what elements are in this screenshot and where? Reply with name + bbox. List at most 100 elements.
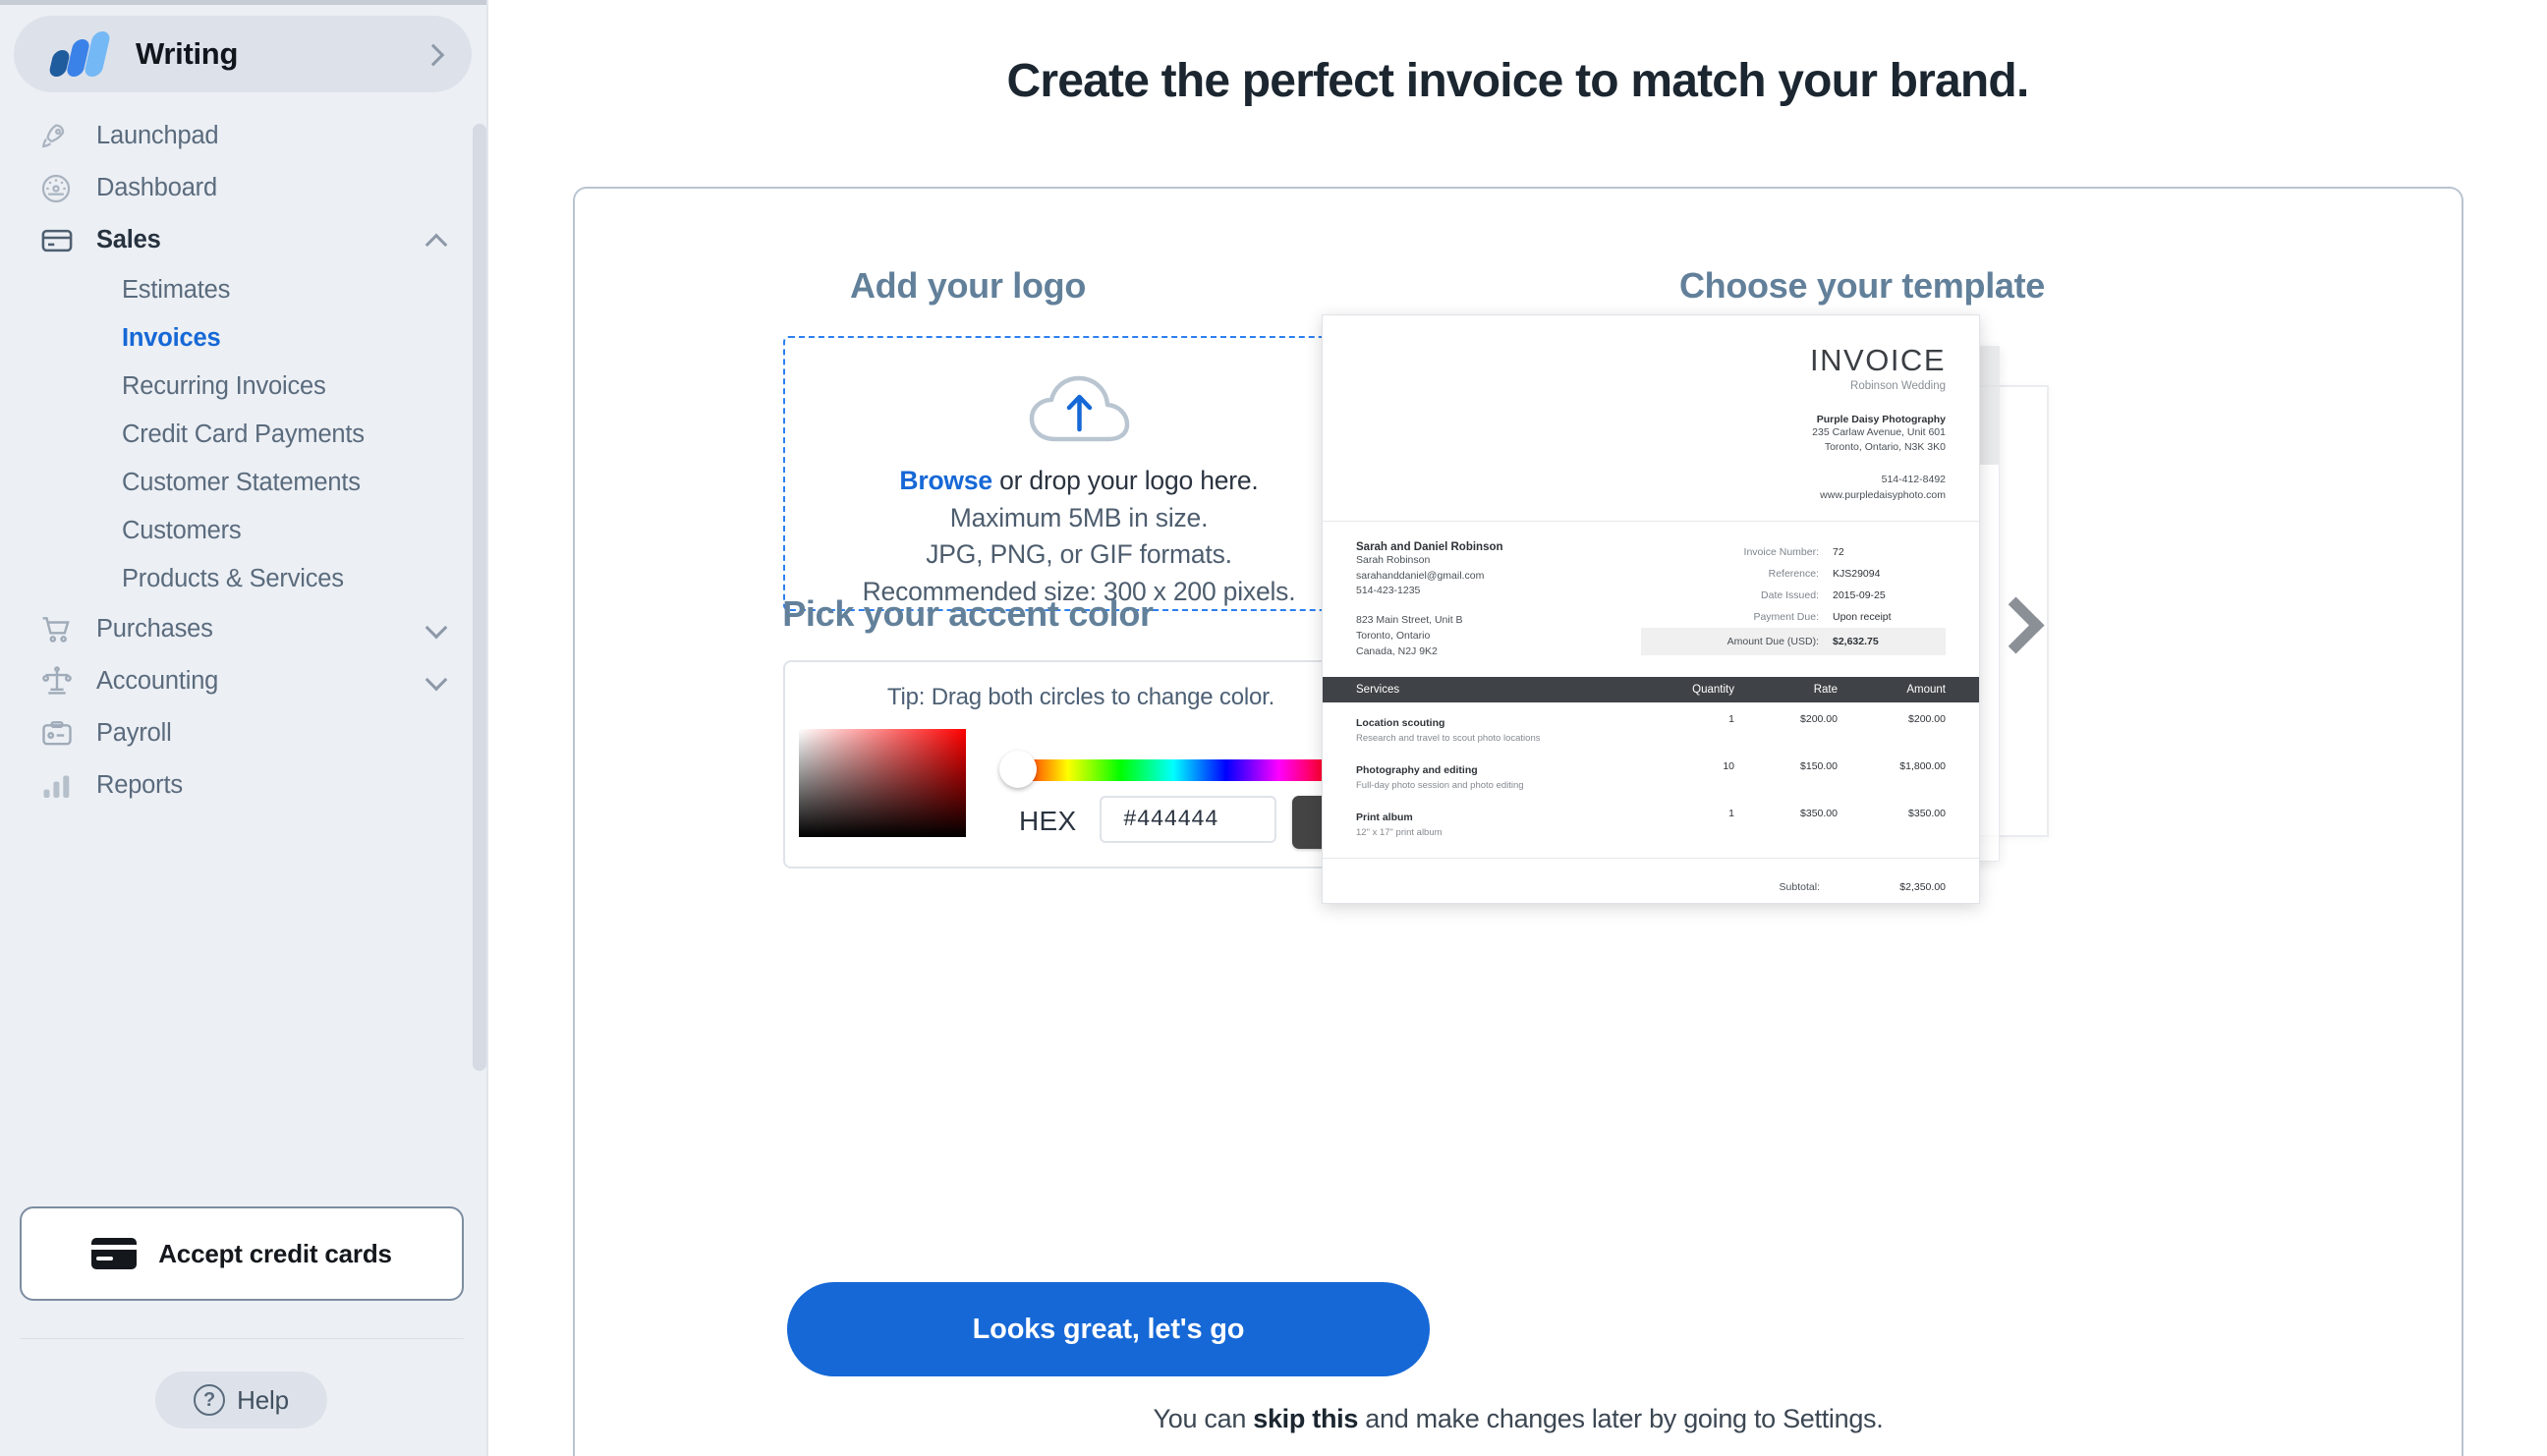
choose-template-heading: Choose your template: [1678, 265, 2046, 306]
field-value: KJS29094: [1833, 567, 1881, 580]
sidebar-item-estimates[interactable]: Estimates: [0, 266, 481, 314]
confirm-button[interactable]: Looks great, let's go: [787, 1282, 1430, 1376]
scales-balance-icon: [39, 664, 81, 700]
sidebar: Writing Launchpad Dashboard Sales Estima…: [0, 0, 488, 1456]
sidebar-item-payroll[interactable]: Payroll: [0, 707, 481, 759]
sidebar-item-reports[interactable]: Reports: [0, 759, 481, 812]
sidebar-item-label: Purchases: [96, 615, 213, 643]
accent-color-heading: Pick your accent color: [782, 593, 1154, 634]
business-name: Writing: [136, 36, 239, 71]
sidebar-item-sales[interactable]: Sales: [0, 214, 481, 266]
item-rate: $200.00: [1800, 713, 1838, 726]
field-key: Payment Due:: [1753, 610, 1819, 623]
saturation-handle[interactable]: [785, 868, 815, 898]
totals-row: Subtotal: $2,350.00: [1356, 876, 1946, 898]
sidebar-scrollbar[interactable]: [473, 124, 486, 1071]
chevron-right-icon[interactable]: [1992, 599, 2037, 644]
item-title: Location scouting: [1356, 717, 1445, 730]
color-picker-panel: Tip: Drag both circles to change color. …: [783, 660, 1375, 898]
accept-credit-cards-label: Accept credit cards: [158, 1238, 392, 1268]
invoice-subtitle: Robinson Wedding: [1850, 380, 1946, 392]
credit-card-icon: [39, 223, 81, 258]
app-root: Writing Launchpad Dashboard Sales Estima…: [0, 0, 2547, 1456]
shopping-cart-icon: [39, 612, 81, 647]
totals-value: $282.75: [1838, 903, 1946, 904]
item-amount: $350.00: [1908, 808, 1946, 820]
help-button[interactable]: ? Help: [155, 1372, 327, 1428]
business-address-line2: Toronto, Ontario, N3K 3K0: [1824, 441, 1946, 454]
dropzone-formats: JPG, PNG, or GIF formats.: [926, 539, 1232, 570]
sidebar-subitem-label: Customer Statements: [122, 469, 361, 496]
setup-card: Add your logo Browse or drop your logo h…: [573, 187, 2463, 1456]
sidebar-item-label: Reports: [96, 771, 183, 799]
table-row: Print album 12" x 17" print album 1 $350.…: [1323, 797, 1979, 844]
skip-this-link[interactable]: skip this: [1253, 1404, 1358, 1433]
item-amount: $200.00: [1908, 713, 1946, 726]
chevron-down-icon[interactable]: [426, 671, 448, 693]
invoice-field-row: Invoice Number: 72: [1641, 541, 1946, 563]
sidebar-item-label: Accounting: [96, 667, 219, 695]
wave-logo: [47, 31, 112, 77]
template-card-selected[interactable]: INVOICE Robinson Wedding Purple Daisy Ph…: [1322, 314, 1980, 904]
field-key: Reference:: [1768, 567, 1819, 580]
hue-slider[interactable]: [1015, 759, 1331, 781]
question-circle-icon: ?: [194, 1384, 226, 1416]
item-quantity: 10: [1723, 760, 1734, 773]
invoice-preview: INVOICE Robinson Wedding Purple Daisy Ph…: [1323, 315, 1979, 903]
field-key: Invoice Number:: [1743, 545, 1819, 558]
hue-slider-handle[interactable]: [999, 751, 1037, 788]
customer-address-line1: 823 Main Street, Unit B: [1356, 614, 1463, 627]
chevron-down-icon[interactable]: [426, 619, 448, 641]
invoice-fields: Invoice Number: 72 Reference: KJS29094 D…: [1641, 541, 1946, 660]
customer-address-line2: Toronto, Ontario: [1356, 629, 1431, 642]
browse-link[interactable]: Browse: [899, 466, 992, 495]
invoice-header: INVOICE Robinson Wedding Purple Daisy Ph…: [1323, 315, 1979, 522]
sidebar-item-recurring-invoices[interactable]: Recurring Invoices: [0, 363, 481, 411]
business-address-line1: 235 Carlaw Avenue, Unit 601: [1812, 426, 1946, 438]
customer-address-line3: Canada, N2J 9K2: [1356, 644, 1438, 657]
hex-label: HEX: [1019, 806, 1077, 836]
invoice-field-row: Date Issued: 2015-09-25: [1641, 585, 1946, 606]
cloud-upload-icon: [1028, 372, 1131, 449]
accept-credit-cards-button[interactable]: Accept credit cards: [20, 1206, 464, 1301]
sidebar-item-products-services[interactable]: Products & Services: [0, 555, 481, 603]
hex-input[interactable]: [1100, 796, 1276, 843]
amount-due-key: Amount Due (USD):: [1726, 635, 1819, 647]
item-description: Full-day photo session and photo editing: [1356, 780, 1524, 792]
sidebar-nav: Launchpad Dashboard Sales Estimates Invo…: [0, 110, 481, 812]
skip-footer-text: You can skip this and make changes later…: [575, 1404, 2462, 1434]
sidebar-item-launchpad[interactable]: Launchpad: [0, 110, 481, 162]
totals-key: Subtotal:: [1779, 881, 1820, 894]
sidebar-subitem-label: Products & Services: [122, 565, 344, 592]
sidebar-item-accounting[interactable]: Accounting: [0, 655, 481, 707]
field-value: 72: [1833, 545, 1844, 558]
item-title: Print album: [1356, 812, 1413, 824]
dropzone-primary-text: Browse or drop your logo here.: [899, 463, 1258, 500]
column-header-quantity: Quantity: [1692, 684, 1734, 697]
logo-dropzone[interactable]: Browse or drop your logo here. Maximum 5…: [783, 336, 1375, 611]
window-top-strip: [0, 0, 488, 5]
sidebar-item-invoices[interactable]: Invoices: [0, 314, 481, 363]
sidebar-subitem-label: Credit Card Payments: [122, 420, 365, 448]
sidebar-item-customer-statements[interactable]: Customer Statements: [0, 459, 481, 507]
invoice-table-header: Services Quantity Rate Amount: [1323, 677, 1979, 703]
chevron-up-icon[interactable]: [426, 230, 448, 252]
sidebar-business-switcher[interactable]: Writing: [14, 16, 472, 92]
invoice-title: INVOICE: [1810, 343, 1946, 377]
sidebar-item-dashboard[interactable]: Dashboard: [0, 162, 481, 214]
sidebar-item-label: Payroll: [96, 719, 172, 747]
credit-card-icon: [91, 1238, 138, 1269]
add-logo-heading: Add your logo: [849, 265, 1087, 306]
table-row: Location scouting Research and travel to …: [1323, 702, 1979, 750]
sidebar-item-customers[interactable]: Customers: [0, 507, 481, 555]
sidebar-item-purchases[interactable]: Purchases: [0, 603, 481, 655]
payroll-badge-icon: [39, 716, 81, 752]
dropzone-rest: or drop your logo here.: [991, 466, 1259, 495]
item-description: Research and travel to scout photo locat…: [1356, 733, 1541, 745]
invoice-field-row: Reference: KJS29094: [1641, 563, 1946, 585]
totals-row: Tax @ 13% (ID 3092834): $282.75: [1356, 898, 1946, 904]
item-quantity: 1: [1728, 808, 1734, 820]
sidebar-subitem-label: Recurring Invoices: [122, 372, 326, 400]
sidebar-item-credit-card-payments[interactable]: Credit Card Payments: [0, 411, 481, 459]
saturation-square[interactable]: [785, 729, 966, 898]
